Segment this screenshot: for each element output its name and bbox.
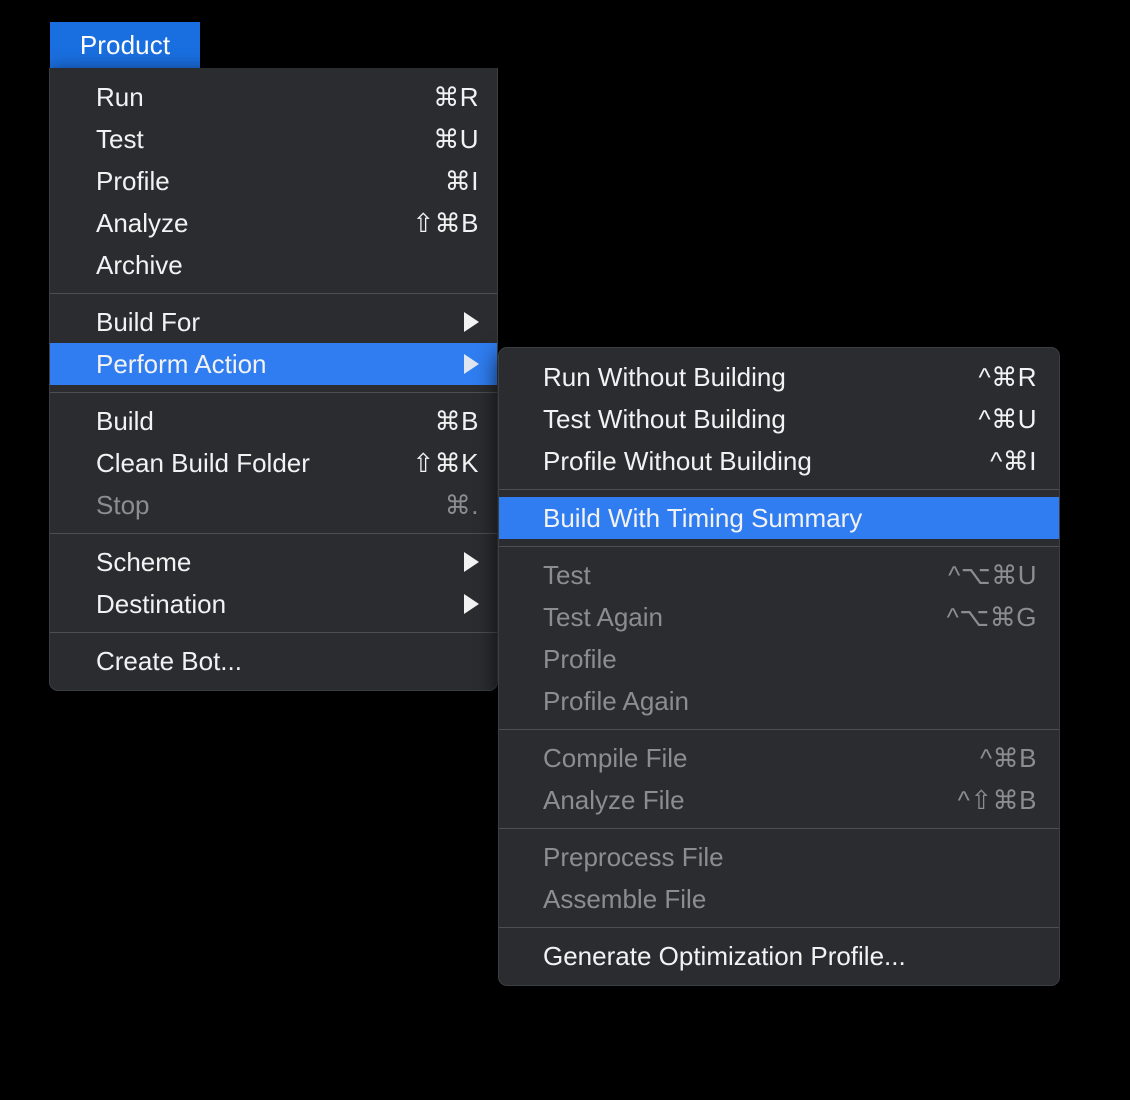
- menu-section: Run Without Building ^⌘R Test Without Buil…: [499, 354, 1059, 484]
- chevron-right-icon: [464, 594, 479, 614]
- menu-item-generate-optimization-profile[interactable]: Generate Optimization Profile...: [499, 935, 1059, 977]
- menu-item-analyze[interactable]: Analyze ⇧⌘B: [50, 202, 497, 244]
- menu-item-label: Perform Action: [96, 348, 267, 379]
- menu-separator: [499, 546, 1059, 547]
- menu-item-scheme[interactable]: Scheme: [50, 541, 497, 583]
- menu-item-analyze-file: Analyze File ^⇧⌘B: [499, 779, 1059, 821]
- menu-separator: [499, 927, 1059, 928]
- menu-item-run[interactable]: Run ⌘R: [50, 76, 497, 118]
- chevron-right-icon: [464, 354, 479, 374]
- menu-separator: [50, 392, 497, 393]
- menu-item-build-for[interactable]: Build For: [50, 301, 497, 343]
- menu-section: Test ^⌥⌘U Test Again ^⌥⌘G Profile Profile Aga…: [499, 552, 1059, 724]
- menubar-item-product[interactable]: Product: [50, 22, 200, 68]
- menu-item-shortcut: ^⌘B: [979, 742, 1037, 773]
- menu-item-label: Clean Build Folder: [96, 447, 310, 478]
- submenu-perform-action: Run Without Building ^⌘R Test Without Buil…: [498, 347, 1060, 986]
- menu-separator: [499, 729, 1059, 730]
- menu-item-perform-action[interactable]: Perform Action: [50, 343, 497, 385]
- menu-item-shortcut: ⇧⌘B: [412, 207, 479, 238]
- menu-item-test[interactable]: Test ⌘U: [50, 118, 497, 160]
- menu-section: Build For Perform Action: [50, 299, 497, 387]
- screen: Product Run ⌘R Test ⌘U Profile ⌘I Analyze ⇧⌘B Ar…: [0, 0, 1130, 1100]
- menu-item-label: Build: [96, 405, 154, 436]
- menu-item-label: Test Without Building: [543, 403, 786, 434]
- menu-item-archive[interactable]: Archive: [50, 244, 497, 286]
- menu-item-label: Analyze File: [543, 784, 685, 815]
- menu-separator: [499, 489, 1059, 490]
- menu-item-shortcut: ^⌘I: [990, 445, 1037, 476]
- menu-item-stop: Stop ⌘.: [50, 484, 497, 526]
- menu-item-label: Run: [96, 81, 144, 112]
- menubar-item-label: Product: [79, 29, 171, 60]
- menu-item-profile-again: Profile Again: [499, 680, 1059, 722]
- menu-item-label: Test Again: [543, 601, 663, 632]
- menu-item-profile: Profile: [499, 638, 1059, 680]
- menu-item-build[interactable]: Build ⌘B: [50, 400, 497, 442]
- menu-item-run-without-building[interactable]: Run Without Building ^⌘R: [499, 356, 1059, 398]
- menu-section: Scheme Destination: [50, 539, 497, 627]
- menu-item-profile-without-building[interactable]: Profile Without Building ^⌘I: [499, 440, 1059, 482]
- chevron-right-icon: [464, 312, 479, 332]
- menu-item-label: Profile: [96, 165, 170, 196]
- menu-separator: [50, 632, 497, 633]
- menu-item-shortcut: ^⇧⌘B: [957, 784, 1037, 815]
- menu-item-label: Assemble File: [543, 883, 707, 914]
- menu-product: Run ⌘R Test ⌘U Profile ⌘I Analyze ⇧⌘B Archive Bui…: [49, 68, 498, 691]
- menu-section: Compile File ^⌘B Analyze File ^⇧⌘B: [499, 735, 1059, 823]
- menu-item-test: Test ^⌥⌘U: [499, 554, 1059, 596]
- menu-item-label: Build For: [96, 306, 201, 337]
- menu-item-shortcut: ⌘B: [434, 405, 479, 436]
- menu-item-profile[interactable]: Profile ⌘I: [50, 160, 497, 202]
- menu-item-label: Scheme: [96, 546, 192, 577]
- menu-section: Generate Optimization Profile...: [499, 933, 1059, 979]
- menu-item-label: Generate Optimization Profile...: [543, 940, 906, 971]
- menu-item-label: Archive: [96, 249, 183, 280]
- menu-item-label: Destination: [96, 588, 227, 619]
- menu-separator: [50, 533, 497, 534]
- menu-item-label: Preprocess File: [543, 841, 724, 872]
- chevron-right-icon: [464, 552, 479, 572]
- menu-item-label: Test: [543, 559, 591, 590]
- menu-item-label: Analyze: [96, 207, 189, 238]
- menu-item-label: Profile Again: [543, 685, 689, 716]
- menu-item-label: Test: [96, 123, 144, 154]
- menu-section: Run ⌘R Test ⌘U Profile ⌘I Analyze ⇧⌘B Archive: [50, 74, 497, 288]
- menu-separator: [499, 828, 1059, 829]
- menu-item-test-without-building[interactable]: Test Without Building ^⌘U: [499, 398, 1059, 440]
- menu-item-shortcut: ⌘U: [433, 123, 479, 154]
- menu-section: Create Bot...: [50, 638, 497, 684]
- menu-section: Build ⌘B Clean Build Folder ⇧⌘K Stop ⌘.: [50, 398, 497, 528]
- menu-item-label: Create Bot...: [96, 645, 242, 676]
- menu-item-label: Build With Timing Summary: [543, 502, 863, 533]
- menu-item-shortcut: ^⌥⌘U: [948, 559, 1037, 590]
- menu-item-shortcut: ^⌥⌘G: [946, 601, 1037, 632]
- menu-item-destination[interactable]: Destination: [50, 583, 497, 625]
- menu-item-shortcut: ⌘R: [433, 81, 479, 112]
- menu-item-label: Profile: [543, 643, 617, 674]
- menu-section: Build With Timing Summary: [499, 495, 1059, 541]
- menu-item-label: Compile File: [543, 742, 688, 773]
- menu-item-shortcut: ⌘I: [444, 165, 479, 196]
- menu-item-label: Run Without Building: [543, 361, 786, 392]
- menu-item-shortcut: ⌘.: [444, 489, 479, 520]
- menu-section: Preprocess File Assemble File: [499, 834, 1059, 922]
- menu-item-assemble-file: Assemble File: [499, 878, 1059, 920]
- menu-item-preprocess-file: Preprocess File: [499, 836, 1059, 878]
- menu-item-label: Profile Without Building: [543, 445, 812, 476]
- menu-separator: [50, 293, 497, 294]
- menu-item-build-with-timing-summary[interactable]: Build With Timing Summary: [499, 497, 1059, 539]
- menu-item-create-bot[interactable]: Create Bot...: [50, 640, 497, 682]
- menu-item-label: Stop: [96, 489, 150, 520]
- menu-item-shortcut: ^⌘U: [978, 403, 1037, 434]
- menu-item-shortcut: ^⌘R: [978, 361, 1037, 392]
- menu-item-clean-build-folder[interactable]: Clean Build Folder ⇧⌘K: [50, 442, 497, 484]
- menu-item-compile-file: Compile File ^⌘B: [499, 737, 1059, 779]
- menu-item-shortcut: ⇧⌘K: [412, 447, 479, 478]
- menu-item-test-again: Test Again ^⌥⌘G: [499, 596, 1059, 638]
